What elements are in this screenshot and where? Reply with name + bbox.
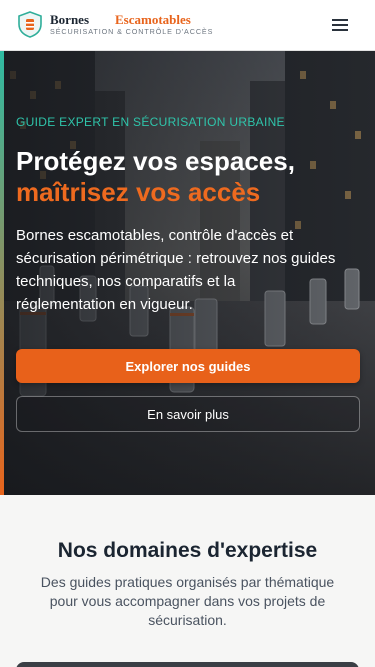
hero-description: Bornes escamotables, contrôle d'accès et… <box>16 227 336 313</box>
hero-accent-bar <box>0 51 4 495</box>
brand-tagline: SÉCURISATION & CONTRÔLE D'ACCÈS <box>50 27 214 36</box>
site-header: Bornes Escamotables SÉCURISATION & CONTR… <box>0 0 375 51</box>
hero-title-line2: maîtrisez vos accès <box>16 177 261 207</box>
shield-bollard-icon[interactable] <box>17 11 43 38</box>
hero-title-line1: Protégez vos espaces, <box>16 146 295 176</box>
brand-name-part1[interactable]: Bornes <box>50 12 89 28</box>
section-description: Des guides pratiques organisés par théma… <box>40 574 335 628</box>
section-title: Nos domaines d'expertise <box>57 539 318 562</box>
hero-section: GUIDE EXPERT EN SÉCURISATION URBAINE Pro… <box>0 51 375 495</box>
hamburger-menu-icon[interactable] <box>326 13 354 37</box>
learn-more-button[interactable]: En savoir plus <box>16 396 360 432</box>
explore-guides-button[interactable]: Explorer nos guides <box>16 349 360 383</box>
expertise-card[interactable] <box>16 662 359 667</box>
hero-eyebrow: GUIDE EXPERT EN SÉCURISATION URBAINE <box>16 115 285 129</box>
expertise-section: Nos domaines d'expertise Des guides prat… <box>0 495 375 667</box>
brand-name-part2[interactable]: Escamotables <box>115 12 191 28</box>
